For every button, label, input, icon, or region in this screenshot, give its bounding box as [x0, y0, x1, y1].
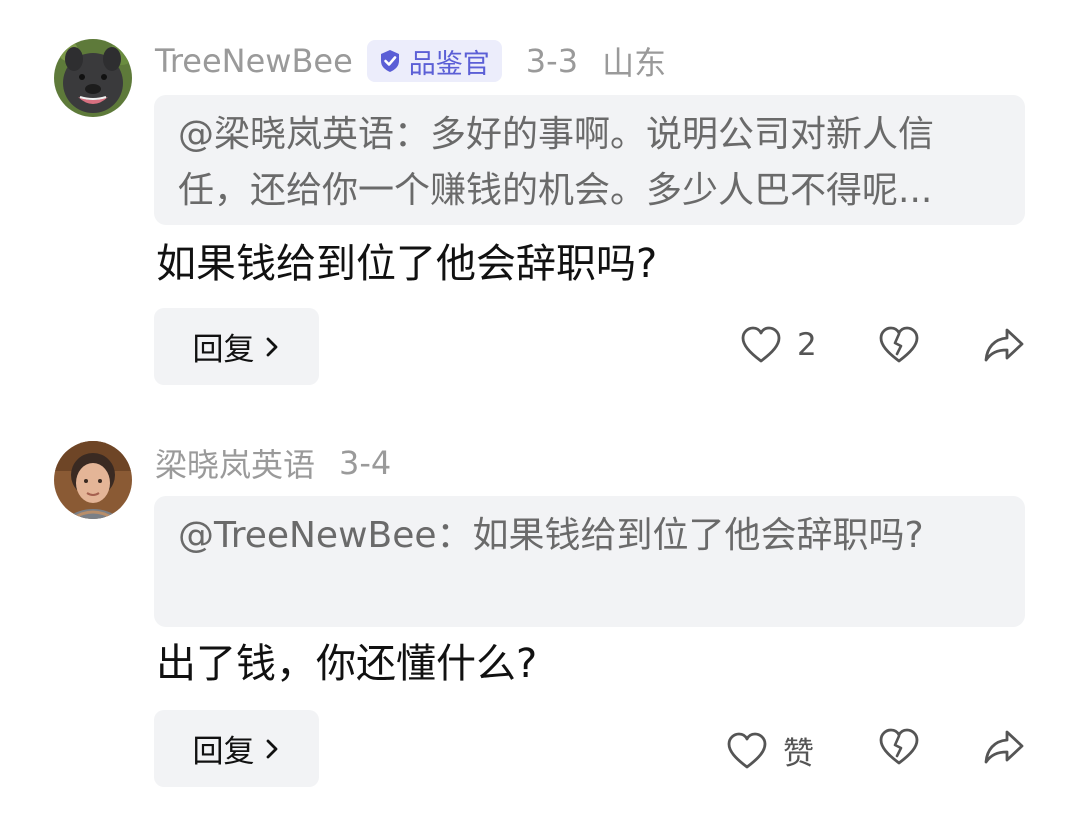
dislike-button[interactable]	[879, 326, 919, 364]
comment-text: 出了钱，你还懂什么?	[156, 641, 538, 687]
heart-icon	[727, 732, 767, 768]
badge-label: 品鉴官	[408, 48, 490, 80]
share-button[interactable]	[983, 326, 1025, 364]
quoted-reply[interactable]: @TreeNewBee：如果钱给到位了他会辞职吗?	[154, 496, 1025, 627]
share-button[interactable]	[983, 728, 1025, 766]
broken-heart-icon	[879, 728, 919, 765]
dog-avatar-icon	[54, 39, 132, 117]
reply-button[interactable]: 回复	[154, 710, 319, 787]
share-arrow-icon	[984, 328, 1024, 362]
username[interactable]: TreeNewBee	[155, 42, 353, 80]
share-arrow-icon	[984, 730, 1024, 764]
comment-location: 山东	[602, 44, 667, 82]
status-badge: 品鉴官	[366, 40, 502, 82]
like-count: 2	[797, 327, 817, 363]
broken-heart-icon	[879, 326, 919, 363]
quoted-reply-text: @梁晓岚英语：多好的事啊。说明公司对新人信任，还给你一个赚钱的机会。多少人巴不得…	[178, 114, 935, 211]
heart-icon	[741, 326, 781, 363]
quoted-reply[interactable]: @梁晓岚英语：多好的事啊。说明公司对新人信任，还给你一个赚钱的机会。多少人巴不得…	[154, 95, 1025, 225]
comment-text: 如果钱给到位了他会辞职吗?	[156, 241, 658, 287]
reply-label: 回复	[192, 332, 255, 368]
quoted-reply-text: @TreeNewBee：如果钱给到位了他会辞职吗?	[178, 515, 924, 556]
chevron-right-icon	[266, 739, 277, 758]
reply-label: 回复	[192, 734, 255, 770]
comment-date: 3-3	[525, 42, 579, 80]
dislike-button[interactable]	[879, 728, 919, 766]
avatar[interactable]	[54, 441, 132, 519]
reply-button[interactable]: 回复	[154, 308, 319, 385]
comment-meta: 梁晓岚英语 3-4	[155, 441, 391, 485]
avatar[interactable]	[54, 39, 132, 117]
comment-meta: TreeNewBee 品鉴官 3-3 山东	[155, 39, 666, 83]
like-button[interactable]: 2	[741, 326, 817, 364]
verified-check-icon	[380, 50, 399, 72]
woman-avatar-icon	[54, 441, 132, 519]
chevron-right-icon	[266, 337, 277, 356]
username[interactable]: 梁晓岚英语	[155, 440, 315, 486]
like-label: 赞	[783, 736, 814, 772]
like-button[interactable]: 赞	[727, 728, 814, 773]
comment-date: 3-4	[339, 444, 392, 482]
